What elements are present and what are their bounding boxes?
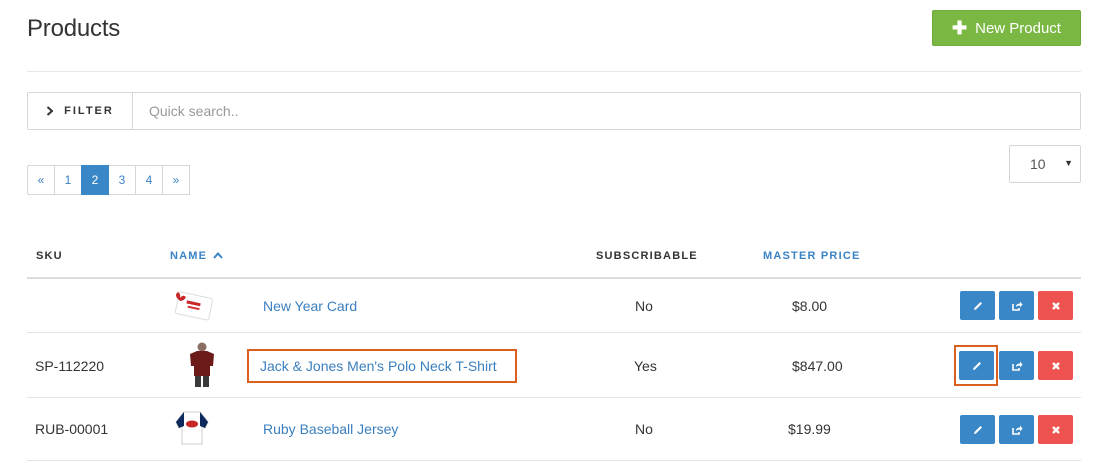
row-divider — [27, 460, 1081, 461]
pagination-page-3[interactable]: 3 — [108, 165, 136, 195]
header-divider — [27, 71, 1081, 72]
filter-bar: FILTER — [27, 92, 1081, 130]
product-name-link[interactable]: New Year Card — [263, 298, 357, 314]
row-divider — [27, 332, 1081, 333]
pagination-page-2[interactable]: 2 — [81, 165, 109, 195]
pencil-icon — [972, 361, 981, 370]
column-header-name[interactable]: NAME — [170, 250, 224, 262]
share-button[interactable] — [999, 291, 1034, 320]
row-subscribable: Yes — [634, 358, 657, 374]
share-icon — [1011, 301, 1022, 311]
pencil-icon — [973, 425, 982, 434]
row-sku: RUB-00001 — [35, 421, 109, 437]
quick-search-input[interactable] — [133, 93, 1080, 129]
product-name-link[interactable]: Jack & Jones Men's Polo Neck T-Shirt — [260, 358, 497, 374]
row-price: $19.99 — [788, 421, 831, 437]
pagination-next[interactable]: » — [162, 165, 190, 195]
row-price: $8.00 — [792, 298, 828, 314]
sort-ascending-icon — [213, 250, 224, 262]
share-icon — [1011, 425, 1022, 435]
row-price: $847.00 — [792, 358, 843, 374]
column-header-sku: SKU — [36, 250, 63, 262]
pagination-prev[interactable]: « — [27, 165, 55, 195]
delete-button[interactable] — [1038, 291, 1073, 320]
pagination-page-4[interactable]: 4 — [135, 165, 163, 195]
caret-down-icon: ▼ — [1064, 158, 1073, 168]
column-header-subscribable: SUBSCRIBABLE — [596, 250, 698, 262]
polo-shirt-thumbnail — [190, 342, 214, 387]
column-header-name-label: NAME — [170, 250, 208, 262]
close-icon — [1051, 361, 1060, 370]
edit-button[interactable] — [959, 351, 994, 380]
row-subscribable: No — [635, 421, 653, 437]
row-subscribable: No — [635, 298, 653, 314]
per-page-select[interactable]: 10 ▼ — [1009, 145, 1081, 183]
close-icon — [1051, 301, 1060, 310]
plus-icon: ✚ — [952, 18, 968, 38]
pencil-icon — [973, 301, 982, 310]
share-icon — [1011, 361, 1022, 371]
row-divider — [27, 397, 1081, 398]
close-icon — [1051, 425, 1060, 434]
edit-button[interactable] — [960, 415, 995, 444]
delete-button[interactable] — [1038, 415, 1073, 444]
column-header-master-price[interactable]: MASTER PRICE — [763, 250, 861, 262]
gift-card-thumbnail — [174, 291, 214, 321]
new-product-label: New Product — [975, 19, 1061, 37]
table-header-line — [27, 277, 1081, 279]
chevron-right-icon — [46, 104, 54, 119]
baseball-jersey-thumbnail — [175, 411, 209, 445]
page-title: Products — [27, 15, 121, 42]
new-product-button[interactable]: ✚ New Product — [932, 10, 1081, 46]
filter-label: FILTER — [64, 105, 114, 117]
filter-toggle-button[interactable]: FILTER — [28, 93, 133, 129]
share-button[interactable] — [999, 351, 1034, 380]
share-button[interactable] — [999, 415, 1034, 444]
product-name-link[interactable]: Ruby Baseball Jersey — [263, 421, 398, 437]
pagination-page-1[interactable]: 1 — [54, 165, 82, 195]
pagination: « 1 2 3 4 » — [27, 165, 190, 195]
per-page-value: 10 — [1030, 156, 1046, 172]
delete-button[interactable] — [1038, 351, 1073, 380]
edit-button[interactable] — [960, 291, 995, 320]
row-sku: SP-112220 — [35, 358, 105, 374]
